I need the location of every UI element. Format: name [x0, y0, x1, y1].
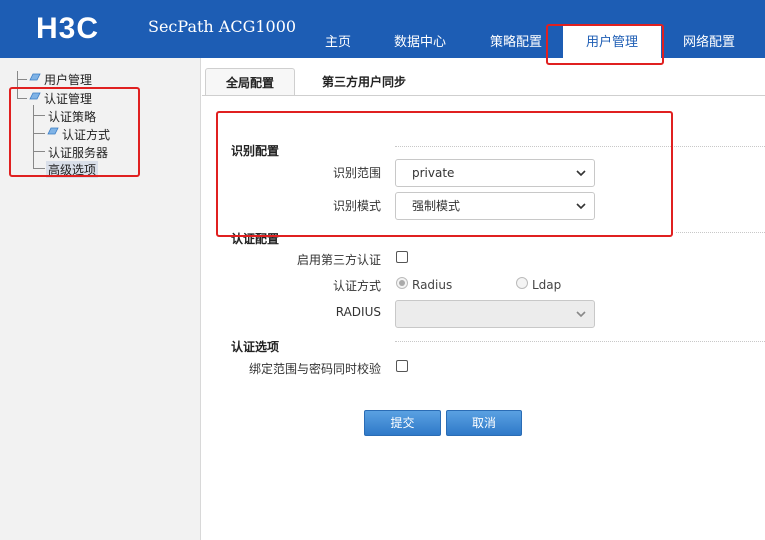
sidebar-item-user-management[interactable]: 用户管理 — [44, 71, 92, 88]
radius-server-select[interactable] — [395, 300, 595, 328]
radius-radio-label: Radius — [412, 278, 453, 292]
tab-third-party-sync[interactable]: 第三方用户同步 — [305, 68, 423, 96]
section-divider — [395, 341, 765, 342]
tree-connector — [33, 168, 45, 169]
svg-text:H3C: H3C — [36, 12, 99, 42]
sidebar-item-auth-management[interactable]: 认证管理 — [44, 90, 92, 107]
identify-mode-value: 强制模式 — [412, 199, 461, 213]
chevron-down-icon — [576, 311, 586, 318]
radius-server-label: RADIUS — [335, 305, 381, 319]
nav-home[interactable]: 主页 — [312, 26, 364, 58]
tab-divider — [202, 95, 765, 96]
nav-data-center[interactable]: 数据中心 — [380, 26, 460, 58]
section-divider — [395, 146, 765, 147]
sidebar: 用户管理 认证管理 认证策略 认证方式 认证服务器 高级选项 — [0, 58, 201, 540]
ldap-radio[interactable] — [516, 277, 528, 289]
section-divider — [676, 232, 765, 233]
sidebar-item-auth-method[interactable]: 认证方式 — [62, 126, 110, 143]
h3c-logo: H3C — [36, 12, 99, 42]
product-name: SecPath ACG1000 — [148, 17, 297, 36]
identify-scope-label: 识别范围 — [332, 166, 381, 180]
enable-third-party-auth-checkbox[interactable] — [396, 251, 408, 263]
identify-mode-select[interactable]: 强制模式 — [395, 192, 595, 220]
sidebar-item-advanced-options[interactable]: 高级选项 — [46, 161, 99, 178]
cancel-button[interactable]: 取消 — [446, 410, 522, 436]
sidebar-item-auth-server[interactable]: 认证服务器 — [48, 144, 108, 161]
folder-icon — [29, 73, 41, 81]
nav-network-config[interactable]: 网络配置 — [669, 26, 749, 58]
tree-connector — [17, 98, 27, 99]
bind-scope-password-checkbox[interactable] — [396, 360, 408, 372]
folder-open-icon — [29, 92, 41, 100]
identify-scope-value: private — [412, 166, 455, 180]
identify-mode-label: 识别模式 — [332, 199, 381, 213]
identify-scope-select[interactable]: private — [395, 159, 595, 187]
auth-method-label: 认证方式 — [332, 279, 381, 293]
nav-policy-config[interactable]: 策略配置 — [476, 26, 556, 58]
sidebar-item-auth-policy[interactable]: 认证策略 — [48, 108, 96, 125]
chevron-down-icon — [576, 170, 586, 177]
tree-connector — [33, 133, 45, 134]
bind-scope-password-label: 绑定范围与密码同时校验 — [248, 362, 381, 376]
enable-third-party-auth-label: 启用第三方认证 — [296, 253, 381, 267]
tree-connector — [17, 79, 27, 80]
tab-global-config[interactable]: 全局配置 — [205, 68, 295, 96]
submit-button[interactable]: 提交 — [364, 410, 441, 436]
section-title-identify: 识别配置 — [231, 144, 280, 158]
radius-radio[interactable] — [396, 277, 408, 289]
section-title-auth: 认证配置 — [231, 232, 280, 246]
ldap-radio-label: Ldap — [532, 278, 562, 292]
folder-icon — [47, 127, 59, 135]
tree-connector — [17, 71, 18, 99]
chevron-down-icon — [576, 203, 586, 210]
tree-connector — [33, 151, 45, 152]
top-header: H3C SecPath ACG1000 主页 数据中心 策略配置 用户管理 网络… — [0, 0, 765, 58]
tree-connector — [33, 115, 45, 116]
nav-user-management[interactable]: 用户管理 — [563, 26, 661, 58]
section-title-auth-options: 认证选项 — [231, 340, 280, 354]
